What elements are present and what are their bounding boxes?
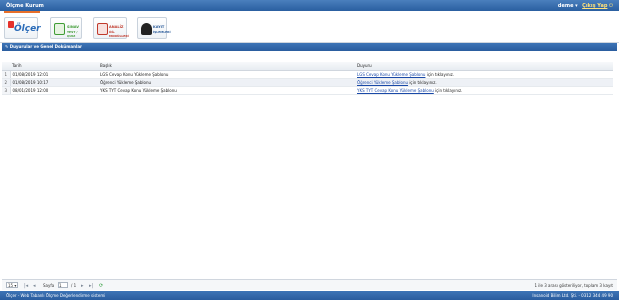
- registration-module-button[interactable]: KAYIT İŞLEMLERİ: [137, 17, 171, 39]
- next-page-icon[interactable]: ▸: [81, 283, 84, 289]
- table-row[interactable]: 3 08/01/2019 12:00 YKS TYT Cevap Konu Yü…: [2, 86, 613, 95]
- chevron-down-icon[interactable]: ▾: [575, 3, 578, 9]
- row-number: 1: [2, 70, 11, 79]
- column-header-announcement[interactable]: Duyuru: [355, 62, 613, 71]
- panel-title: Duyurular ve Genel Dokümanlar: [9, 44, 83, 49]
- row-number: 2: [2, 78, 11, 87]
- page-label: Sayfa: [43, 283, 55, 288]
- logout-link[interactable]: Çıkış Yap: [582, 3, 607, 9]
- exam-label-2: TEST / QUIZ: [67, 30, 78, 38]
- pager-summary: 1 ile 3 arası gösteriliyor, toplam 3 kay…: [534, 283, 613, 288]
- table-header-row: Tarih Başlık Duyuru: [2, 62, 613, 71]
- prev-page-icon[interactable]: ◂: [33, 283, 36, 289]
- table-row[interactable]: 1 01/08/2019 12:01 LGS Cevap Konu Yüklem…: [2, 70, 613, 79]
- row-number: 3: [2, 86, 11, 95]
- page-number-input[interactable]: 1: [58, 282, 68, 288]
- link-suffix: için tıklayınız.: [409, 79, 437, 85]
- template-download-link[interactable]: YKS TYT Cevap Konu Yükleme Şablonu: [357, 88, 434, 93]
- row-announcement: Öğrenci Yükleme Şablonu için tıklayınız.: [355, 78, 613, 87]
- link-suffix: için tıklayınız.: [435, 87, 463, 93]
- row-date: 08/01/2019 12:00: [10, 86, 98, 95]
- link-suffix: için tıklayınız.: [426, 71, 455, 77]
- row-title: Öğrenci Yükleme Şablonu: [98, 78, 355, 87]
- home-logo-button[interactable]: Ölçer: [4, 17, 41, 39]
- grid-pager: 15 ▾ |◂ ◂ Sayfa 1 / 1 ▸ ▸| ⟳ 1 ile 3 ara…: [2, 279, 617, 290]
- last-page-icon[interactable]: ▸|: [89, 283, 93, 289]
- page-count: / 1: [71, 283, 77, 288]
- row-announcement: YKS TYT Cevap Konu Yükleme Şablonu için …: [355, 86, 613, 95]
- app-title: Ölçme Kurum: [6, 3, 44, 9]
- row-announcement: LGS Cevap Konu Yükleme Şablonu için tıkl…: [355, 70, 613, 79]
- edit-icon: ✎: [5, 44, 9, 49]
- page-size-select[interactable]: 15 ▾: [6, 282, 18, 288]
- first-page-icon[interactable]: |◂: [24, 283, 28, 289]
- announcements-panel-header: ✎ Duyurular ve Genel Dokümanlar: [2, 43, 617, 51]
- analysis-label-1: ANALİZ: [109, 25, 124, 29]
- row-date: 01/08/2019 12:01: [10, 70, 98, 79]
- registration-label-1: KAYIT: [153, 25, 165, 29]
- user-name[interactable]: deme: [558, 3, 574, 9]
- analysis-module-button[interactable]: ANALİZ ÖĞ. MODÜLLERİ: [93, 17, 129, 39]
- analysis-icon: [97, 23, 108, 35]
- graduate-icon: [141, 23, 152, 35]
- announcements-table: Tarih Başlık Duyuru 1 01/08/2019 12:01 L…: [2, 62, 613, 95]
- template-download-link[interactable]: Öğrenci Yükleme Şablonu: [357, 80, 408, 85]
- template-download-link[interactable]: LGS Cevap Konu Yükleme Şablonu: [357, 72, 425, 77]
- exam-module-button[interactable]: SINAV TEST / QUIZ: [50, 17, 82, 39]
- exam-icon: [54, 23, 65, 35]
- module-toolbar: Ölçer SINAV TEST / QUIZ ANALİZ ÖĞ. MODÜL…: [0, 13, 619, 43]
- logo-text: Ölçer: [14, 24, 41, 34]
- analysis-label-2: ÖĞ. MODÜLLERİ: [109, 30, 129, 38]
- user-area: deme ▾ Çıkış Yap ⏻: [558, 3, 613, 9]
- row-date: 01/08/2019 10:17: [10, 78, 98, 87]
- row-title: LGS Cevap Konu Yükleme Şablonu: [98, 70, 355, 79]
- column-header-date[interactable]: Tarih: [10, 62, 98, 71]
- row-title: YKS TYT Cevap Konu Yükleme Şablonu: [98, 86, 355, 95]
- registration-label-2: İŞLEMLERİ: [153, 30, 171, 34]
- top-header-bar: Ölçme Kurum deme ▾ Çıkış Yap ⏻: [0, 0, 619, 11]
- refresh-icon[interactable]: ⟳: [99, 283, 103, 289]
- table-row[interactable]: 2 01/08/2019 10:17 Öğrenci Yükleme Şablo…: [2, 78, 613, 87]
- column-header-title[interactable]: Başlık: [98, 62, 355, 71]
- power-icon[interactable]: ⏻: [609, 3, 613, 9]
- footer-app-name: Ölçer - Web Tabanlı Ölçme Değerlendirme …: [6, 293, 106, 298]
- footer-status-bar: Ölçer - Web Tabanlı Ölçme Değerlendirme …: [0, 291, 619, 300]
- footer-company: Insanoid Bilim Ltd. Şti. - 0312 344 49 9…: [532, 293, 613, 298]
- column-header-rownum: [2, 62, 10, 71]
- exam-label-1: SINAV: [67, 25, 79, 29]
